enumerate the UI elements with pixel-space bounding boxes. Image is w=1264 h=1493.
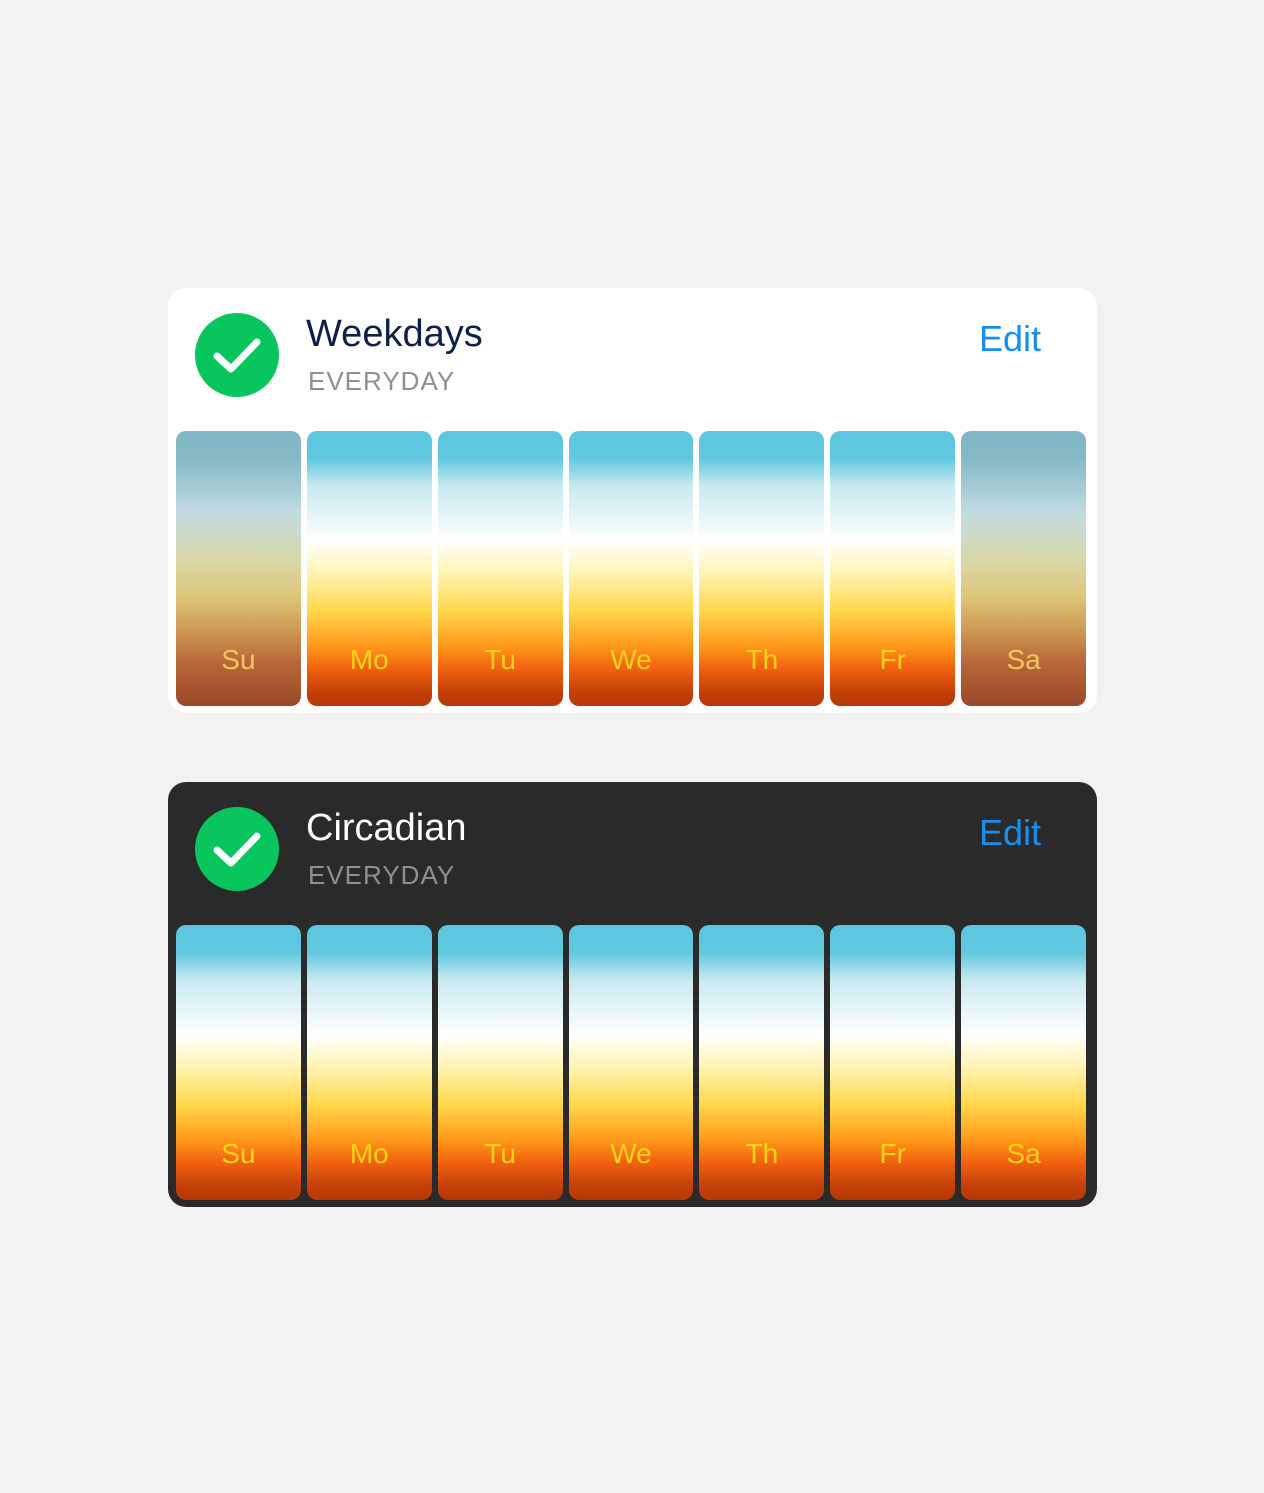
day-tile-tu[interactable]: Tu (437, 925, 563, 1200)
edit-button[interactable]: Edit (979, 812, 1041, 854)
day-tile-fr[interactable]: Fr (830, 925, 956, 1200)
day-tile-th[interactable]: Th (699, 431, 825, 706)
checkmark-icon[interactable] (195, 313, 279, 397)
day-tile-we[interactable]: We (568, 925, 694, 1200)
day-tile-mo[interactable]: Mo (306, 925, 432, 1200)
schedule-card-weekdays: Weekdays EVERYDAY Edit Su Mo Tu We Th Fr… (168, 288, 1097, 713)
day-label: Mo (349, 644, 389, 675)
schedule-subtitle: EVERYDAY (308, 860, 456, 890)
day-label: Th (745, 644, 779, 675)
day-tile-th[interactable]: Th (699, 925, 825, 1200)
day-label: Fr (879, 644, 906, 675)
day-tile-sa[interactable]: Sa (961, 431, 1087, 706)
schedule-subtitle: EVERYDAY (308, 366, 456, 396)
day-tile-mo[interactable]: Mo (306, 431, 432, 706)
day-label: Mo (349, 1138, 389, 1169)
day-tile-sa[interactable]: Sa (961, 925, 1087, 1200)
checkmark-icon[interactable] (195, 807, 279, 891)
day-label: Fr (879, 1138, 906, 1169)
schedule-title: Weekdays (306, 313, 483, 355)
schedule-title: Circadian (306, 807, 467, 849)
day-tile-su[interactable]: Su (176, 431, 301, 706)
day-label: We (610, 1138, 652, 1169)
day-label: Tu (484, 644, 516, 675)
day-label: Th (745, 1138, 779, 1169)
schedule-card-circadian: Circadian EVERYDAY Edit Su Mo Tu We Th F… (168, 782, 1097, 1207)
day-strip: Su Mo Tu We Th Fr Sa (176, 925, 1087, 1200)
day-tile-tu[interactable]: Tu (437, 431, 563, 706)
day-label: Su (221, 644, 256, 675)
day-label: Sa (1006, 644, 1041, 675)
edit-button[interactable]: Edit (979, 318, 1041, 360)
day-label: Sa (1006, 1138, 1041, 1169)
day-label: We (610, 644, 652, 675)
day-tile-su[interactable]: Su (176, 925, 301, 1200)
day-tile-we[interactable]: We (568, 431, 694, 706)
day-tile-fr[interactable]: Fr (830, 431, 956, 706)
day-strip: Su Mo Tu We Th Fr Sa (176, 431, 1087, 706)
day-label: Tu (484, 1138, 516, 1169)
day-label: Su (221, 1138, 256, 1169)
